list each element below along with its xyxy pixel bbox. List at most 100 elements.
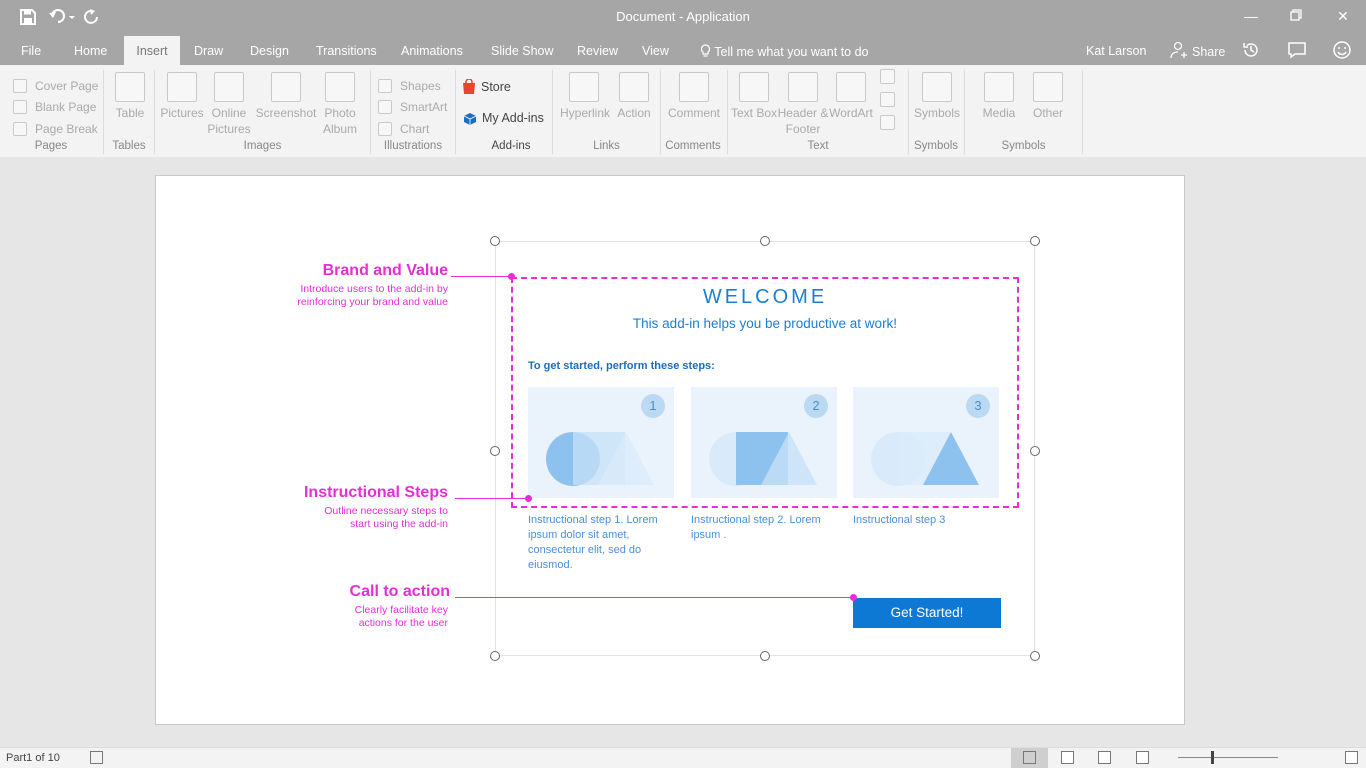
step-caption-3: Instructional step 3 bbox=[853, 514, 946, 526]
resize-handle[interactable] bbox=[1030, 651, 1040, 661]
history-icon[interactable] bbox=[1242, 41, 1262, 61]
reading-view-icon[interactable] bbox=[1136, 751, 1149, 764]
text-box-label[interactable]: Text Box bbox=[729, 105, 779, 121]
wordart-label[interactable]: WordArt bbox=[826, 105, 876, 121]
step-caption-1: Instructional step 1. Lorem ipsum dolor … bbox=[528, 514, 658, 571]
other-icon[interactable] bbox=[1033, 72, 1063, 102]
blank-page-icon[interactable] bbox=[13, 100, 27, 114]
resize-handle[interactable] bbox=[490, 651, 500, 661]
outline-view-icon[interactable] bbox=[1061, 751, 1074, 764]
screenshot-label[interactable]: Screenshot bbox=[251, 105, 321, 121]
normal-view-icon[interactable] bbox=[1023, 751, 1036, 764]
group-label-illustrations: Illustrations bbox=[383, 140, 443, 152]
group-label-symbols: Symbols bbox=[913, 140, 959, 152]
hyperlink-label[interactable]: Hyperlink bbox=[555, 105, 615, 121]
fit-slide-icon[interactable] bbox=[1345, 751, 1358, 764]
resize-handle[interactable] bbox=[760, 651, 770, 661]
share-person-icon bbox=[1170, 41, 1188, 62]
tab-slide-show[interactable]: Slide Show bbox=[491, 44, 554, 58]
ribbon-insert: Cover Page Blank Page Page Break Pages T… bbox=[0, 65, 1366, 157]
shapes-label[interactable]: Shapes bbox=[400, 79, 441, 93]
user-name[interactable]: Kat Larson bbox=[1086, 44, 1146, 58]
tab-draw[interactable]: Draw bbox=[194, 44, 223, 58]
online-pictures-icon[interactable] bbox=[214, 72, 244, 102]
group-label-links: Links bbox=[593, 140, 620, 152]
smiley-icon[interactable] bbox=[1333, 41, 1353, 61]
tab-insert[interactable]: Insert bbox=[124, 36, 180, 65]
resize-handle[interactable] bbox=[760, 236, 770, 246]
smartart-label[interactable]: SmartArt bbox=[400, 100, 447, 114]
close-icon[interactable]: ✕ bbox=[1331, 8, 1355, 26]
minimize-icon[interactable]: — bbox=[1239, 8, 1263, 26]
pictures-icon[interactable] bbox=[167, 72, 197, 102]
comment-insert-icon[interactable] bbox=[679, 72, 709, 102]
my-addins-icon[interactable] bbox=[462, 110, 478, 126]
header-footer-icon[interactable] bbox=[788, 72, 818, 102]
tab-home[interactable]: Home bbox=[74, 44, 107, 58]
chart-label[interactable]: Chart bbox=[400, 122, 429, 136]
text-small-icon[interactable] bbox=[880, 69, 895, 84]
share-button[interactable]: Share bbox=[1170, 41, 1225, 62]
photo-album-label[interactable]: Photo Album bbox=[315, 105, 365, 137]
smartart-icon[interactable] bbox=[378, 100, 392, 114]
text-small-icon[interactable] bbox=[880, 92, 895, 107]
resize-handle[interactable] bbox=[1030, 236, 1040, 246]
hyperlink-icon[interactable] bbox=[569, 72, 599, 102]
restore-icon[interactable] bbox=[1284, 8, 1308, 26]
resize-handle[interactable] bbox=[1030, 446, 1040, 456]
text-box-icon[interactable] bbox=[739, 72, 769, 102]
zoom-slider-track[interactable] bbox=[1178, 757, 1278, 758]
cover-page-icon[interactable] bbox=[13, 79, 27, 93]
step-caption-2: Instructional step 2. Lorem ipsum . bbox=[691, 514, 821, 541]
media-label[interactable]: Media bbox=[974, 105, 1024, 121]
tell-me-box[interactable]: Tell me what you want to do bbox=[700, 44, 869, 59]
menu-bar: File Home Insert Draw Design Transitions… bbox=[0, 36, 1366, 65]
media-icon[interactable] bbox=[984, 72, 1014, 102]
wordart-icon[interactable] bbox=[836, 72, 866, 102]
slide-sorter-icon[interactable] bbox=[1098, 751, 1111, 764]
symbols-label[interactable]: Symbols bbox=[907, 105, 967, 121]
annotation-title: Brand and Value bbox=[322, 262, 448, 279]
tab-design[interactable]: Design bbox=[250, 44, 289, 58]
resize-handle[interactable] bbox=[490, 236, 500, 246]
shapes-icon[interactable] bbox=[378, 79, 392, 93]
comment-label[interactable]: Comment bbox=[663, 105, 725, 121]
tab-file[interactable]: File bbox=[21, 44, 41, 58]
window-title: Document - Application bbox=[616, 9, 750, 24]
tab-review[interactable]: Review bbox=[577, 44, 618, 58]
other-label[interactable]: Other bbox=[1023, 105, 1073, 121]
chart-icon[interactable] bbox=[378, 122, 392, 136]
notes-icon[interactable] bbox=[90, 751, 103, 764]
tell-me-label: Tell me what you want to do bbox=[714, 45, 869, 59]
action-label[interactable]: Action bbox=[609, 105, 659, 121]
annotation-connector bbox=[455, 498, 528, 499]
photo-album-icon[interactable] bbox=[325, 72, 355, 102]
tab-animations[interactable]: Animations bbox=[401, 44, 463, 58]
screenshot-icon[interactable] bbox=[271, 72, 301, 102]
table-label[interactable]: Table bbox=[105, 105, 155, 121]
symbols-icon[interactable] bbox=[922, 72, 952, 102]
share-label: Share bbox=[1192, 44, 1226, 59]
tab-transitions[interactable]: Transitions bbox=[316, 44, 377, 58]
table-icon[interactable] bbox=[115, 72, 145, 102]
my-addins-label[interactable]: My Add-ins bbox=[482, 111, 544, 125]
blank-page-label[interactable]: Blank Page bbox=[35, 100, 96, 114]
annotation-dot bbox=[525, 495, 532, 502]
online-pictures-label[interactable]: Online Pictures bbox=[204, 105, 254, 137]
page-break-icon[interactable] bbox=[13, 122, 27, 136]
tab-view[interactable]: View bbox=[642, 44, 669, 58]
page-break-label[interactable]: Page Break bbox=[35, 122, 98, 136]
step-card-1: 1 bbox=[528, 387, 674, 498]
step-card-2: 2 bbox=[691, 387, 837, 498]
resize-handle[interactable] bbox=[490, 446, 500, 456]
comment-icon[interactable] bbox=[1288, 41, 1308, 61]
get-started-button[interactable]: Get Started! bbox=[853, 598, 1001, 628]
pictures-label[interactable]: Pictures bbox=[157, 105, 207, 121]
text-small-icon[interactable] bbox=[880, 115, 895, 130]
store-label[interactable]: Store bbox=[481, 80, 511, 94]
header-footer-label[interactable]: Header & Footer bbox=[773, 105, 833, 137]
action-icon[interactable] bbox=[619, 72, 649, 102]
cover-page-label[interactable]: Cover Page bbox=[35, 79, 98, 93]
store-icon[interactable] bbox=[462, 78, 476, 94]
zoom-slider-thumb[interactable] bbox=[1211, 751, 1214, 764]
